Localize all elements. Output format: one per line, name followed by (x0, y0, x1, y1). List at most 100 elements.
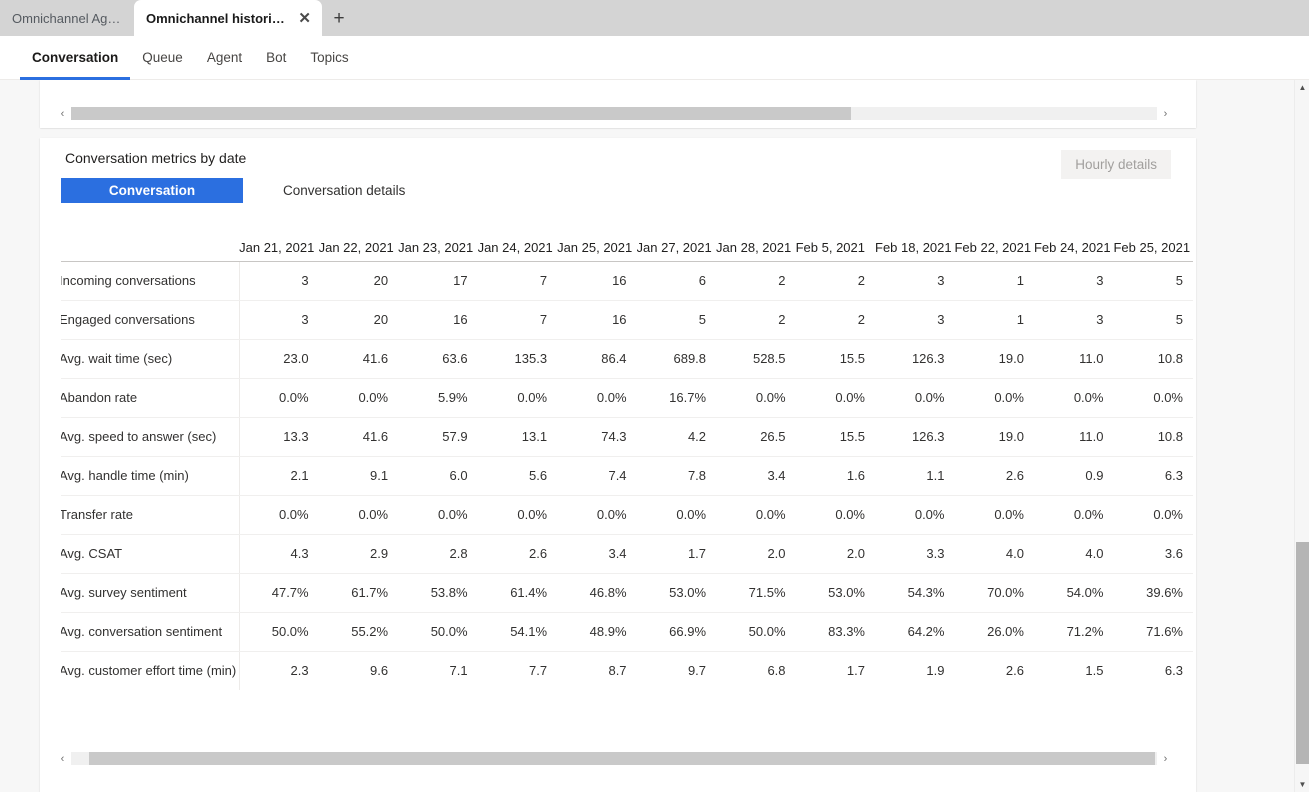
table-cell: 26.0% (954, 612, 1034, 652)
tab-conversation[interactable]: Conversation (20, 36, 131, 80)
table-column-header[interactable]: Jan 28, 2021 (716, 222, 796, 262)
table-cell: 23.0 (239, 339, 319, 379)
upper-card-hscrollbar[interactable]: ‹ › (54, 105, 1174, 122)
table-column-header[interactable]: Jan 23, 2021 (398, 222, 478, 262)
table-cell: 55.2% (318, 612, 399, 652)
page-vertical-scrollbar[interactable]: ▲ ▼ (1294, 80, 1309, 792)
table-cell: 9.7 (687, 663, 707, 679)
table-column-header[interactable]: Feb 22, 2021 (954, 222, 1034, 262)
table-row: Avg. CSAT 4.3 2.9 2.8 2.6 3.4 1.7 2.0 2.0 3.3 4.0 4… (61, 534, 1193, 574)
conversation-metrics-table: Jan 21, 2021 Jan 22, 2021 Jan 23, 2021 Jan … (61, 222, 1193, 690)
table-cell: 1.9 (926, 663, 945, 679)
table-column-header[interactable]: Jan 24, 2021 (477, 222, 558, 262)
table-cell: 71.5% (716, 573, 796, 613)
table-cell: 5 (1113, 300, 1193, 340)
table-cell: 0.0% (398, 495, 478, 535)
table-cell: 7.7 (528, 663, 548, 679)
table-cell: 66.9% (636, 612, 717, 652)
table-column-header[interactable]: Jan 21, 2021 (239, 222, 319, 262)
table-cell: 3.4 (557, 534, 637, 574)
vscroll-thumb[interactable] (1296, 542, 1309, 764)
tab-queue[interactable]: Queue (130, 36, 195, 80)
table-cell: 2 (716, 300, 796, 340)
table-cell: 0.0% (477, 495, 558, 535)
table-cell: 39.6% (1113, 573, 1193, 613)
table-cell: 4.2 (636, 417, 717, 457)
table-cell: 1.7 (846, 663, 865, 679)
table-cell: 10.8 (1113, 339, 1193, 379)
table-cell: 1.6 (795, 456, 875, 496)
chevron-right-icon[interactable]: › (1157, 105, 1174, 122)
table-cell: 16 (398, 300, 478, 340)
tab-bot[interactable]: Bot (254, 36, 298, 80)
table-cell: 41.6 (318, 417, 399, 457)
table-row: Avg. speed to answer (sec) 13.3 41.6 57.9 13… (61, 417, 1193, 457)
table-column-header[interactable]: Feb 24, 2021 (1033, 222, 1114, 262)
table-cell: 3 (1033, 261, 1114, 301)
hscroll-thumb[interactable] (89, 752, 1155, 765)
report-canvas: ‹ › Conversation metrics by date Hourly … (0, 80, 1294, 792)
chevron-left-icon[interactable]: ‹ (54, 105, 71, 122)
table-cell: 2.8 (398, 534, 478, 574)
metrics-table-scroll-area[interactable]: Jan 21, 2021 Jan 22, 2021 Jan 23, 2021 Jan … (61, 222, 1193, 690)
table-cell: 83.3% (795, 612, 875, 652)
table-cell: 50.0% (239, 612, 319, 652)
hscroll-track[interactable] (71, 752, 1157, 765)
hscroll-track[interactable] (71, 107, 1157, 120)
hscroll-thumb[interactable] (71, 107, 851, 120)
table-column-header[interactable]: Feb 5, 2021 (795, 222, 875, 262)
table-column-header[interactable]: Feb 25, 2021 (1113, 222, 1193, 262)
table-column-header[interactable]: Jan 25, 2021 (557, 222, 637, 262)
table-cell: 9.6 (370, 663, 389, 679)
tab-agent[interactable]: Agent (195, 36, 254, 80)
chevron-right-icon[interactable]: › (1157, 750, 1174, 767)
table-hscrollbar[interactable]: ‹ › (54, 750, 1174, 767)
table-cell: 19.0 (954, 339, 1034, 379)
close-icon[interactable]: ✕ (295, 9, 314, 28)
table-cell: 16 (557, 261, 637, 301)
table-cell: 3.4 (716, 456, 796, 496)
table-cell: 4.0 (1033, 534, 1114, 574)
table-cell: 6.8 (767, 663, 786, 679)
table-cell: 20 (318, 261, 399, 301)
table-cell: 0.0% (318, 378, 399, 418)
chevron-left-icon[interactable]: ‹ (54, 750, 71, 767)
browser-tab-active[interactable]: Omnichannel historical an... ✕ (134, 0, 322, 36)
table-row-label: Abandon rate (61, 378, 240, 418)
table-row-label: Engaged conversations (61, 300, 240, 340)
table-cell: 2.3 (290, 663, 309, 679)
browser-tab-inactive[interactable]: Omnichannel Age... (0, 0, 134, 36)
table-cell: 54.1% (477, 612, 558, 652)
table-cell: 2.1 (239, 456, 319, 496)
table-cell: 64.2% (875, 612, 955, 652)
table-cell: 6.0 (398, 456, 478, 496)
conversation-summary-toggle[interactable]: Conversation summary (61, 178, 243, 223)
table-cell: 48.9% (557, 612, 637, 652)
table-cell: 11.0 (1033, 339, 1114, 379)
conversation-details-toggle[interactable]: Conversation details (267, 178, 421, 203)
table-row: Avg. customer effort time (min) 2.3 9.6 7.1… (61, 651, 1193, 690)
tab-topics[interactable]: Topics (298, 36, 360, 80)
table-cell: 53.0% (636, 573, 717, 613)
table-cell: 689.8 (636, 339, 717, 379)
table-row-label: Avg. wait time (sec) (61, 339, 240, 379)
table-column-header[interactable]: Feb 18, 2021 (875, 222, 955, 262)
table-cell: 50.0% (398, 612, 478, 652)
hourly-details-button[interactable]: Hourly details (1061, 150, 1171, 179)
table-cell: 2.0 (795, 534, 875, 574)
chevron-up-icon[interactable]: ▲ (1295, 80, 1309, 95)
table-column-header[interactable]: Jan 22, 2021 (318, 222, 399, 262)
table-cell: 50.0% (716, 612, 796, 652)
table-cell: 11.0 (1033, 417, 1114, 457)
plus-icon[interactable]: + (322, 2, 356, 36)
table-cell: 0.0% (1033, 378, 1114, 418)
table-cell: 5 (636, 300, 717, 340)
chevron-down-icon[interactable]: ▼ (1295, 777, 1309, 792)
table-cell: 71.6% (1113, 612, 1193, 652)
table-cell: 0.0% (1033, 495, 1114, 535)
table-cell: 61.7% (318, 573, 399, 613)
table-cell: 10.8 (1113, 417, 1193, 457)
table-cell: 0.0% (875, 495, 955, 535)
table-column-header[interactable]: Jan 27, 2021 (636, 222, 717, 262)
table-cell: 0.0% (477, 378, 558, 418)
